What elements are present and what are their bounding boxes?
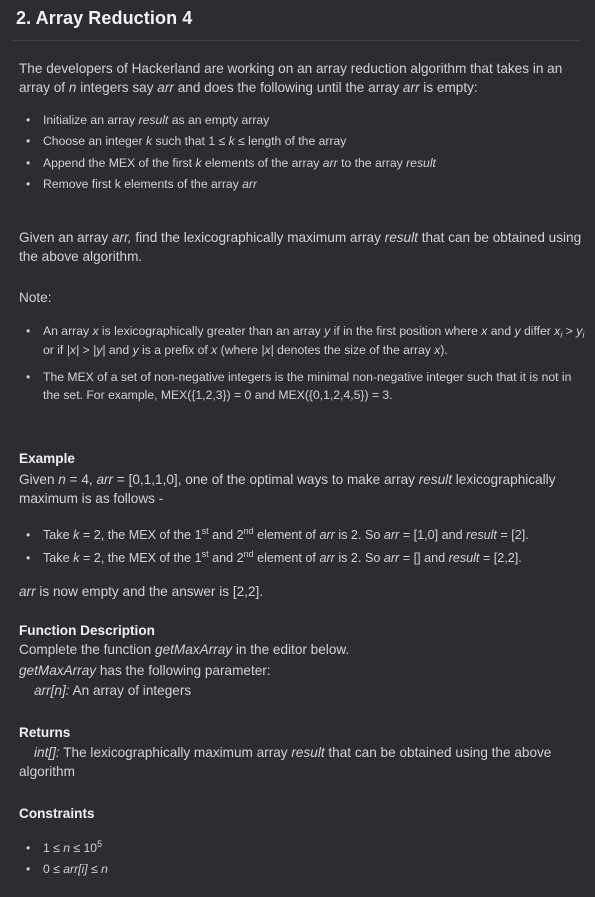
returns-text: int[]: The lexicographically maximum arr…	[19, 745, 552, 779]
list-item: Remove first k elements of the array arr	[19, 174, 585, 196]
intro-text: and does the following until the array	[173, 80, 403, 95]
intro-text: integers say	[76, 80, 158, 95]
list-item: 0 ≤ arr[i] ≤ n	[19, 859, 585, 880]
constraints-list: 1 ≤ n ≤ 105 0 ≤ arr[i] ≤ n	[19, 838, 585, 879]
title-divider	[12, 40, 580, 41]
list-item: Append the MEX of the first k elements o…	[19, 153, 585, 175]
example-conclusion: arr is now empty and the answer is [2,2]…	[19, 584, 264, 599]
var-arr: arr	[157, 80, 174, 95]
example-steps: Take k = 2, the MEX of the 1st and 2nd e…	[19, 524, 585, 570]
function-parameter: arr[n]: An array of integers	[34, 683, 192, 698]
list-item: Take k = 2, the MEX of the 1st and 2nd e…	[19, 547, 585, 570]
problem-statement: 2. Array Reduction 4 The developers of H…	[0, 0, 595, 897]
notes-list: An array x is lexicographically greater …	[19, 322, 585, 405]
intro-paragraph: The developers of Hackerland are working…	[19, 59, 585, 97]
function-parameter-line: getMaxArray has the following parameter:	[19, 663, 271, 678]
task-paragraph: Given an array arr, find the lexicograph…	[19, 230, 582, 264]
constraints-heading: Constraints	[19, 806, 95, 821]
list-item: The MEX of a set of non-negative integer…	[19, 368, 585, 406]
example-heading: Example	[19, 451, 75, 466]
example-paragraph: Given n = 4, arr = [0,1,1,0], one of the…	[19, 472, 556, 506]
list-item: Take k = 2, the MEX of the 1st and 2nd e…	[19, 524, 585, 547]
list-item: Initialize an array result as an empty a…	[19, 110, 585, 132]
list-item: Choose an integer k such that 1 ≤ k ≤ le…	[19, 131, 585, 153]
list-item: 1 ≤ n ≤ 105	[19, 838, 585, 859]
function-description-text: Complete the function getMaxArray in the…	[19, 642, 350, 657]
function-description-heading: Function Description	[19, 623, 155, 638]
list-item: An array x is lexicographically greater …	[19, 322, 585, 360]
algorithm-steps: Initialize an array result as an empty a…	[19, 110, 585, 196]
note-label: Note:	[19, 290, 52, 305]
returns-heading: Returns	[19, 725, 71, 740]
var-arr: arr	[402, 80, 420, 95]
intro-text: is empty:	[419, 80, 478, 95]
page-title: 2. Array Reduction 4	[16, 8, 193, 28]
